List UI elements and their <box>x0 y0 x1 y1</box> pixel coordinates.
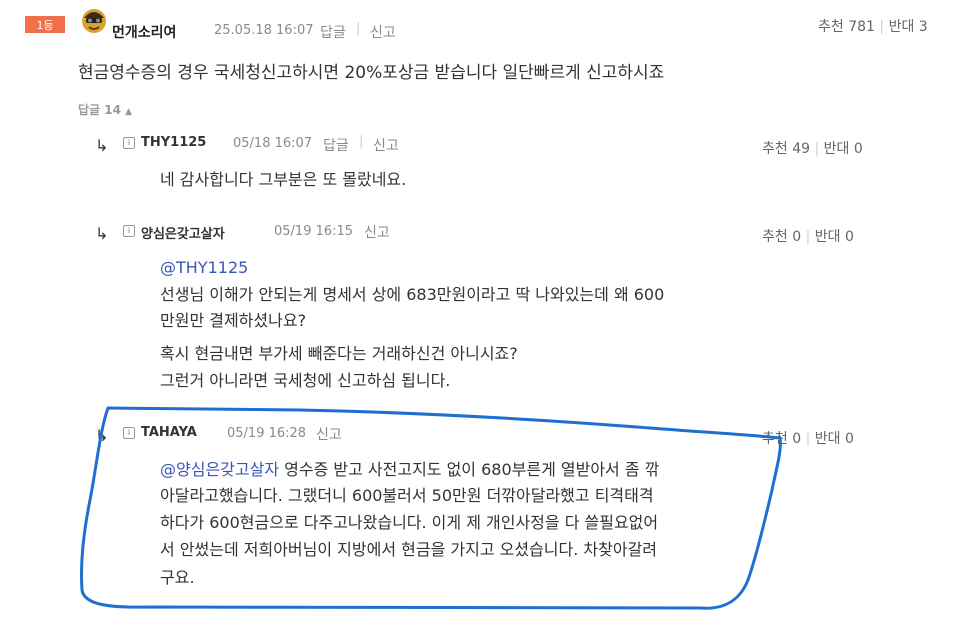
oppose-button[interactable]: 반대 <box>889 19 915 35</box>
reply-button[interactable]: 답글 <box>320 22 346 42</box>
oppose-count: 0 <box>844 229 854 245</box>
oppose-button[interactable]: 반대 <box>815 229 841 245</box>
reply-text-line: @양심은갖고살자 영수증 받고 사전고지도 없이 680부른게 열받아서 좀 깎 <box>160 457 659 484</box>
recommend-count: 0 <box>792 431 802 447</box>
reply-date: 05/19 16:28 <box>227 426 307 441</box>
recommend-button[interactable]: 추천 <box>818 19 844 35</box>
author-box-icon: i <box>123 225 135 237</box>
reply-toggle-button[interactable]: 답글 14 ▲ <box>78 101 132 118</box>
reply-text-line: 그런거 아니라면 국세청에 신고하심 됩니다. <box>160 371 451 390</box>
rank-badge: 1등 <box>25 16 65 33</box>
report-button[interactable]: 신고 <box>370 22 396 42</box>
reply-text-line: 혹시 현금내면 부가세 빼준다는 거래하신건 아니시죠? <box>160 344 518 363</box>
divider: | <box>359 134 364 149</box>
reply-text-segment: 영수증 받고 사전고지도 없이 680부른게 열받아서 좀 깎 <box>279 460 660 479</box>
oppose-count: 3 <box>918 19 928 35</box>
reply-text-line: 하다가 600현금으로 다주고나왔습니다. 이게 제 개인사정을 다 쓸필요없어 <box>160 513 659 532</box>
author-box-icon: i <box>123 137 135 149</box>
report-button[interactable]: 신고 <box>316 424 342 444</box>
user-avatar-icon[interactable] <box>80 6 108 34</box>
recommend-count: 0 <box>792 229 802 245</box>
recommend-button[interactable]: 추천 <box>762 141 788 157</box>
reply-author[interactable]: 양심은갖고살자 <box>141 223 225 242</box>
reply-arrow-icon: ↳ <box>95 224 109 243</box>
reply-text-line: 만원만 결제하셨나요? <box>160 311 307 330</box>
author-box-icon: i <box>123 427 135 439</box>
divider: | <box>805 431 811 447</box>
mention-link[interactable]: @THY1125 <box>160 258 248 277</box>
reply-mention[interactable]: @THY1125 <box>160 255 248 282</box>
recommend-count: 49 <box>792 141 811 157</box>
reply-toggle-label: 답글 <box>78 103 101 117</box>
reply-author[interactable]: THY1125 <box>141 135 206 150</box>
mention-link[interactable]: @양심은갖고살자 <box>160 460 279 479</box>
recommend-button[interactable]: 추천 <box>762 431 788 447</box>
divider: | <box>814 141 820 157</box>
divider: | <box>805 229 811 245</box>
reply-button[interactable]: 답글 <box>323 135 349 155</box>
reply-text-line: 선생님 이해가 안되는게 명세서 상에 683만원이라고 딱 나와있는데 왜 6… <box>160 285 665 304</box>
caret-up-icon: ▲ <box>125 107 133 117</box>
reply-text-line: 서 안썼는데 저희아버님이 지방에서 현금을 가지고 오셨습니다. 차찾아갈려 <box>160 540 658 559</box>
oppose-button[interactable]: 반대 <box>815 431 841 447</box>
oppose-button[interactable]: 반대 <box>824 141 850 157</box>
reply-text-line: 아달라고했습니다. 그랬더니 600불러서 50만원 더깎아달라했고 티격태격 <box>160 486 654 505</box>
divider: | <box>356 21 361 36</box>
reply-arrow-icon: ↳ <box>95 426 109 445</box>
report-button[interactable]: 신고 <box>373 135 399 155</box>
oppose-count: 0 <box>853 141 863 157</box>
reply-date: 05/18 16:07 <box>233 136 313 151</box>
oppose-count: 0 <box>844 431 854 447</box>
recommend-button[interactable]: 추천 <box>762 229 788 245</box>
reply-arrow-icon: ↳ <box>95 136 109 155</box>
reply-date: 05/19 16:15 <box>274 224 354 239</box>
comment-author[interactable]: 먼개소리여 <box>112 22 176 42</box>
reply-text: 네 감사합니다 그부분은 또 몰랐네요. <box>160 170 407 189</box>
report-button[interactable]: 신고 <box>364 222 390 242</box>
reply-toggle-count: 14 <box>104 103 121 117</box>
reply-author[interactable]: TAHAYA <box>141 425 197 440</box>
recommend-count: 781 <box>848 19 875 35</box>
comment-text: 현금영수증의 경우 국세청신고하시면 20%포상금 받습니다 일단빠르게 신고하… <box>78 63 665 83</box>
comment-date: 25.05.18 16:07 <box>214 23 314 38</box>
reply-text-line: 구요. <box>160 568 195 587</box>
divider: | <box>879 19 885 35</box>
